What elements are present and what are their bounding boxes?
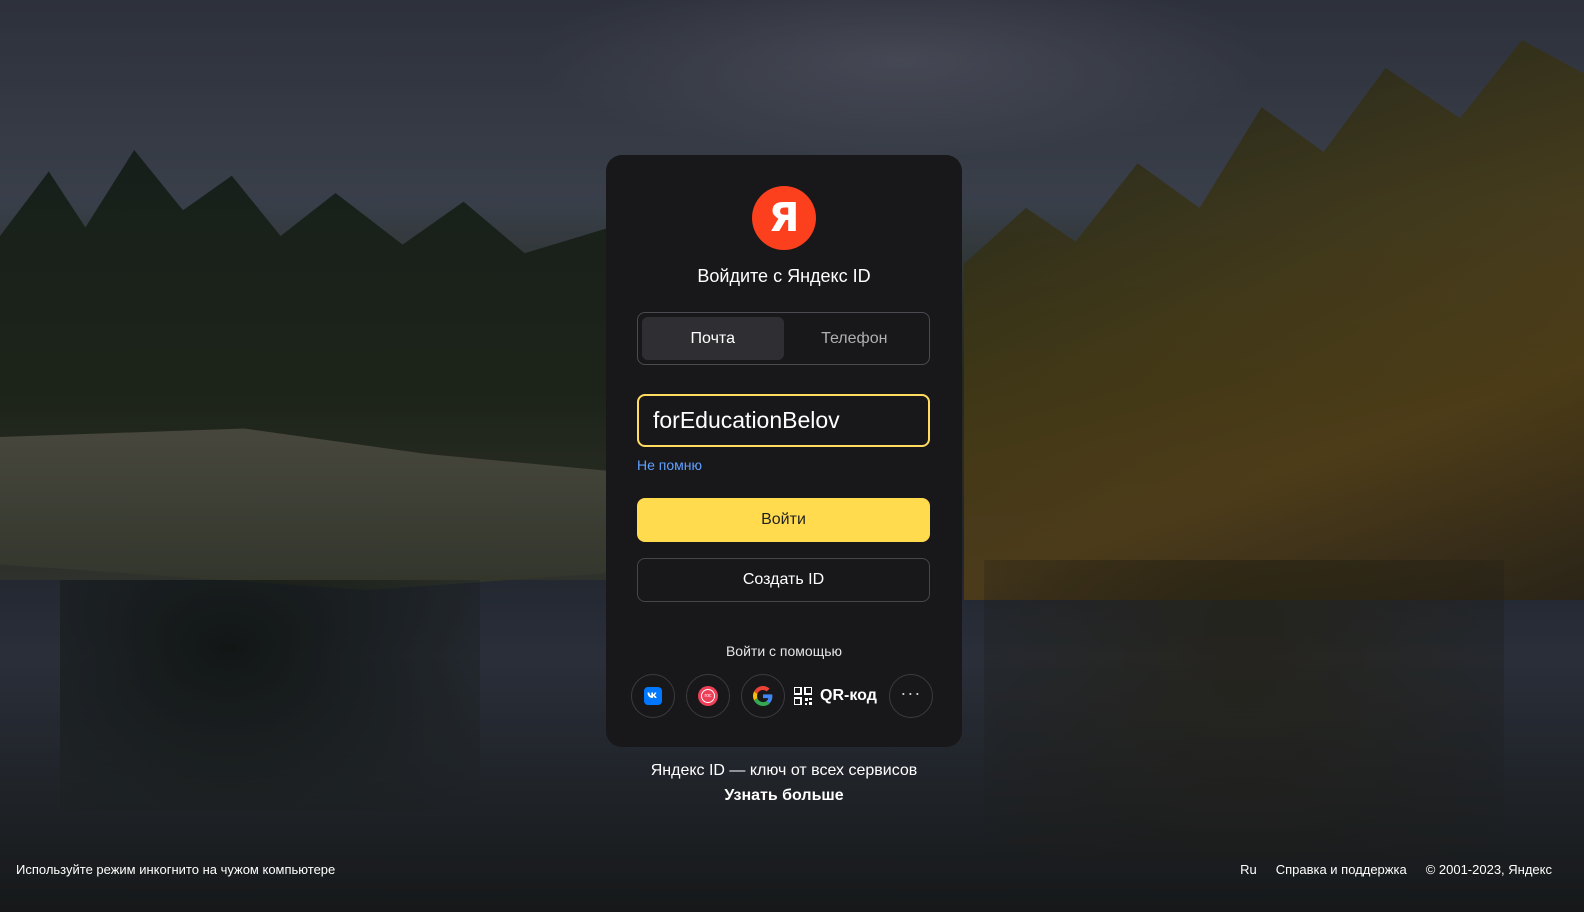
tab-email[interactable]: Почта	[642, 317, 784, 360]
login-button[interactable]: Войти	[637, 498, 930, 542]
more-login-options-button[interactable]: ···	[888, 674, 933, 718]
social-login-row: гос QR-код ···	[631, 673, 944, 719]
promo-tagline: Яндекс ID — ключ от всех сервисов	[650, 762, 918, 779]
qr-login-label: QR-код	[820, 687, 877, 704]
login-input[interactable]	[637, 394, 930, 447]
tab-phone[interactable]: Телефон	[784, 317, 926, 360]
create-id-button[interactable]: Создать ID	[637, 558, 930, 602]
login-card: Я Войдите с Яндекс ID Почта Телефон Не п…	[606, 155, 962, 747]
footer-links: Ru Справка и поддержка © 2001-2023, Янде…	[1221, 862, 1552, 877]
google-icon	[753, 686, 773, 706]
page-title: Войдите с Яндекс ID	[697, 266, 871, 286]
incognito-hint: Используйте режим инкогнито на чужом ком…	[16, 862, 336, 877]
more-icon: ···	[900, 683, 922, 703]
learn-more-link[interactable]: Узнать больше	[0, 787, 1568, 805]
google-login-button[interactable]	[741, 674, 785, 718]
vk-icon	[644, 687, 662, 705]
copyright: © 2001-2023, Яндекс	[1425, 862, 1552, 877]
language-switch[interactable]: Ru	[1240, 862, 1257, 877]
qr-code-icon	[794, 687, 812, 705]
logo-letter: Я	[768, 195, 800, 241]
login-method-tabs: Почта Телефон	[637, 312, 930, 365]
yandex-logo: Я	[752, 186, 816, 250]
qr-login-button[interactable]: QR-код	[794, 687, 877, 705]
support-link[interactable]: Справка и поддержка	[1276, 862, 1407, 877]
forgot-login-link[interactable]: Не помню	[637, 457, 702, 473]
gosuslugi-icon: гос	[698, 686, 718, 706]
gosuslugi-login-button[interactable]: гос	[686, 674, 730, 718]
vk-login-button[interactable]	[631, 674, 675, 718]
alt-login-label: Войти с помощью	[725, 643, 843, 659]
gosuslugi-icon-text: гос	[701, 689, 715, 703]
